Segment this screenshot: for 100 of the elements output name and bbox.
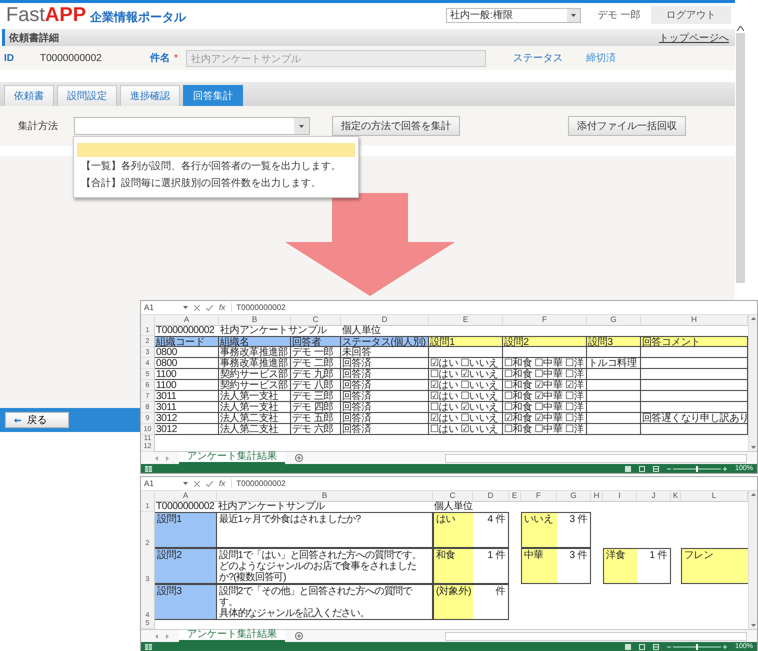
column-header[interactable]: H: [641, 315, 748, 326]
scroll-up-icon[interactable]: [736, 26, 744, 31]
page-break-icon[interactable]: [653, 644, 660, 650]
table-cell: 3011: [155, 391, 219, 402]
horizontal-scrollbar[interactable]: [445, 632, 747, 640]
back-button[interactable]: 戻る: [5, 412, 69, 428]
table-cell: デモ 三郎: [291, 391, 341, 402]
page-break-icon[interactable]: [653, 466, 660, 472]
column-header[interactable]: I: [603, 491, 637, 502]
scroll-up-icon[interactable]: [750, 317, 756, 320]
horizontal-scrollbar[interactable]: [445, 454, 747, 462]
vertical-scrollbar[interactable]: [748, 315, 757, 451]
question-label: 設問3: [155, 584, 217, 620]
answer-label: フレン: [681, 548, 748, 584]
column-header[interactable]: K: [671, 491, 681, 502]
aggregate-button[interactable]: 指定の方法で回答を集計: [332, 116, 460, 136]
cancel-icon[interactable]: [194, 480, 200, 486]
table-cell: 契約サービス部: [219, 380, 291, 391]
scroll-up-icon[interactable]: [750, 493, 756, 496]
column-header[interactable]: D: [341, 315, 429, 326]
table-cell: ステータス(個人別): [341, 336, 429, 347]
tab[interactable]: 回答集計: [183, 85, 243, 106]
cancel-icon[interactable]: [194, 304, 200, 310]
dropdown-option[interactable]: 【合計】設問毎に選択肢別の回答件数を出力します。: [77, 177, 355, 191]
table-cell: 回答者: [291, 336, 341, 347]
zoom-slider[interactable]: [667, 466, 728, 472]
table-cell: ☐和食 ☑中華 ☐洋: [503, 391, 587, 402]
tab[interactable]: 進捗確認: [120, 85, 180, 106]
column-header[interactable]: E: [509, 491, 521, 502]
table-cell: デモ 六郎: [291, 424, 341, 435]
user-name: デモ 一郎: [596, 8, 642, 22]
function-button[interactable]: fx: [219, 479, 226, 488]
table-cell: デモ 五郎: [291, 413, 341, 424]
grid-view-icon[interactable]: [625, 466, 632, 472]
caret-icon: [183, 482, 188, 485]
add-sheet-icon[interactable]: [295, 632, 303, 640]
cell-reference: A1: [144, 479, 154, 488]
cell-reference: A1: [144, 303, 154, 312]
column-header[interactable]: G: [587, 315, 641, 326]
table-cell: ☐和食 ☐中華 ☐洋: [503, 424, 587, 435]
function-button[interactable]: fx: [219, 303, 226, 312]
table-cell: 法人第二支社: [219, 424, 291, 435]
scroll-down-icon[interactable]: [750, 446, 756, 449]
column-header[interactable]: B: [217, 491, 433, 502]
slider-thumb[interactable]: [696, 644, 698, 650]
answer-label: (対象外): [433, 584, 473, 620]
table-cell: 3011: [155, 402, 219, 413]
logout-button[interactable]: ログアウト: [651, 6, 731, 24]
column-header[interactable]: L: [681, 491, 748, 502]
column-header[interactable]: C: [433, 491, 473, 502]
column-header[interactable]: G: [557, 491, 591, 502]
subject-label: 件名: [150, 52, 170, 65]
check-icon[interactable]: [206, 304, 213, 310]
vertical-scrollbar[interactable]: [748, 491, 757, 629]
table-cell: ☐はい ☑いいえ: [429, 402, 503, 413]
table-cell: 契約サービス部: [219, 369, 291, 380]
sheet-tab[interactable]: アンケート集計結果: [179, 452, 285, 464]
column-header[interactable]: J: [637, 491, 671, 502]
table-cell: デモ 四郎: [291, 402, 341, 413]
sheet-nav-icon[interactable]: [155, 634, 169, 638]
column-header[interactable]: F: [521, 491, 557, 502]
formula-field[interactable]: T0000000002: [231, 303, 754, 312]
column-header[interactable]: E: [429, 315, 503, 326]
column-header[interactable]: D: [473, 491, 509, 502]
name-box[interactable]: A1: [144, 479, 188, 488]
page-view-icon[interactable]: [639, 466, 646, 472]
column-header[interactable]: F: [503, 315, 587, 326]
column-header[interactable]: A: [155, 315, 219, 326]
caret-icon: [183, 306, 188, 309]
top-page-link[interactable]: トップページへ: [659, 30, 729, 44]
portal-title: 企業情報ポータル: [90, 8, 186, 26]
grid-view-icon[interactable]: [625, 644, 632, 650]
slider-thumb[interactable]: [696, 466, 698, 472]
answer-count: 4 件: [473, 512, 509, 548]
tab[interactable]: 依頼書: [4, 85, 54, 106]
vertical-scrollbar[interactable]: [736, 33, 744, 283]
table-cell: [587, 391, 641, 402]
page-view-icon[interactable]: [639, 644, 646, 650]
sheet-nav-icon[interactable]: [155, 456, 169, 460]
name-box[interactable]: A1: [144, 303, 188, 312]
table-cell: ☐和食 ☐中華 ☐洋: [503, 358, 587, 369]
role-select[interactable]: 社内一般:権限: [446, 8, 581, 22]
sheet-tab[interactable]: アンケート集計結果: [179, 630, 285, 642]
tab[interactable]: 設問設定: [57, 85, 117, 106]
question-label: 設問1: [155, 512, 217, 548]
column-header[interactable]: A: [155, 491, 217, 502]
check-icon[interactable]: [206, 480, 213, 486]
table-cell: ☑はい ☐いいえ: [429, 413, 503, 424]
zoom-slider[interactable]: [667, 644, 728, 650]
formula-field[interactable]: T0000000002: [231, 479, 754, 488]
column-header[interactable]: B: [219, 315, 291, 326]
scroll-down-icon[interactable]: [750, 624, 756, 627]
table-cell: 3012: [155, 413, 219, 424]
status-label: ステータス: [512, 52, 564, 65]
column-header[interactable]: H: [591, 491, 603, 502]
column-header[interactable]: C: [291, 315, 341, 326]
collect-files-button[interactable]: 添付ファイル一括回収: [568, 116, 686, 136]
table-cell: 回答済: [341, 369, 429, 380]
dropdown-option[interactable]: 【一覧】各列が設問、各行が回答者の一覧を出力します。: [77, 160, 355, 174]
add-sheet-icon[interactable]: [295, 454, 303, 462]
